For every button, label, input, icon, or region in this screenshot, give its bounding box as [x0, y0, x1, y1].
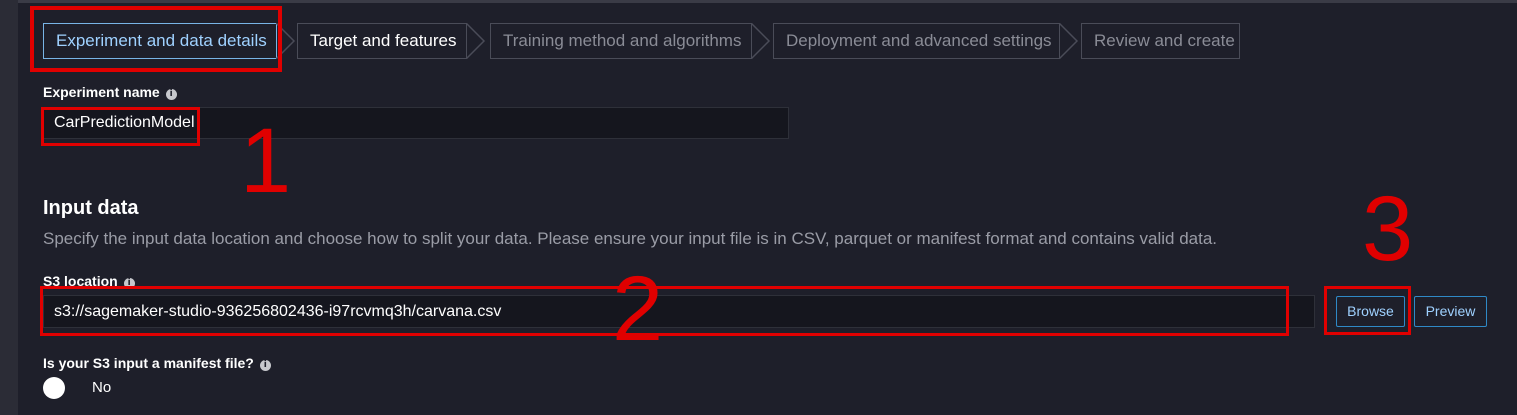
annotation-box-browse: [1324, 286, 1411, 335]
manifest-toggle-label: No: [92, 379, 112, 396]
input-data-description: Specify the input data location and choo…: [43, 229, 1218, 248]
input-data-heading: Input data: [43, 197, 139, 219]
info-icon[interactable]: i: [165, 89, 177, 100]
annotation-number-2: 2: [612, 258, 664, 360]
step-training-method-and-algorithms[interactable]: Training method and algorithms: [490, 23, 752, 59]
annotation-number-3: 3: [1362, 178, 1414, 280]
annotation-box-stepper: [30, 6, 282, 72]
step-review-and-create[interactable]: Review and create: [1081, 23, 1240, 59]
experiment-name-label-text: Experiment name: [43, 84, 160, 100]
top-border: [18, 0, 1517, 3]
left-sidebar-strip: [0, 0, 18, 415]
annotation-box-s3-location: [40, 286, 1289, 336]
annotation-number-1: 1: [240, 110, 292, 212]
manifest-toggle[interactable]: [43, 377, 65, 399]
step-target-and-features[interactable]: Target and features: [297, 23, 467, 59]
manifest-question-label: Is your S3 input a manifest file? i: [43, 355, 271, 371]
step-deployment-and-advanced-settings[interactable]: Deployment and advanced settings: [773, 23, 1060, 59]
manifest-question-text: Is your S3 input a manifest file?: [43, 355, 254, 371]
info-icon[interactable]: i: [259, 360, 271, 371]
experiment-name-label: Experiment name i: [43, 84, 177, 100]
annotation-box-experiment-name: [41, 107, 200, 146]
preview-button[interactable]: Preview: [1414, 296, 1487, 327]
